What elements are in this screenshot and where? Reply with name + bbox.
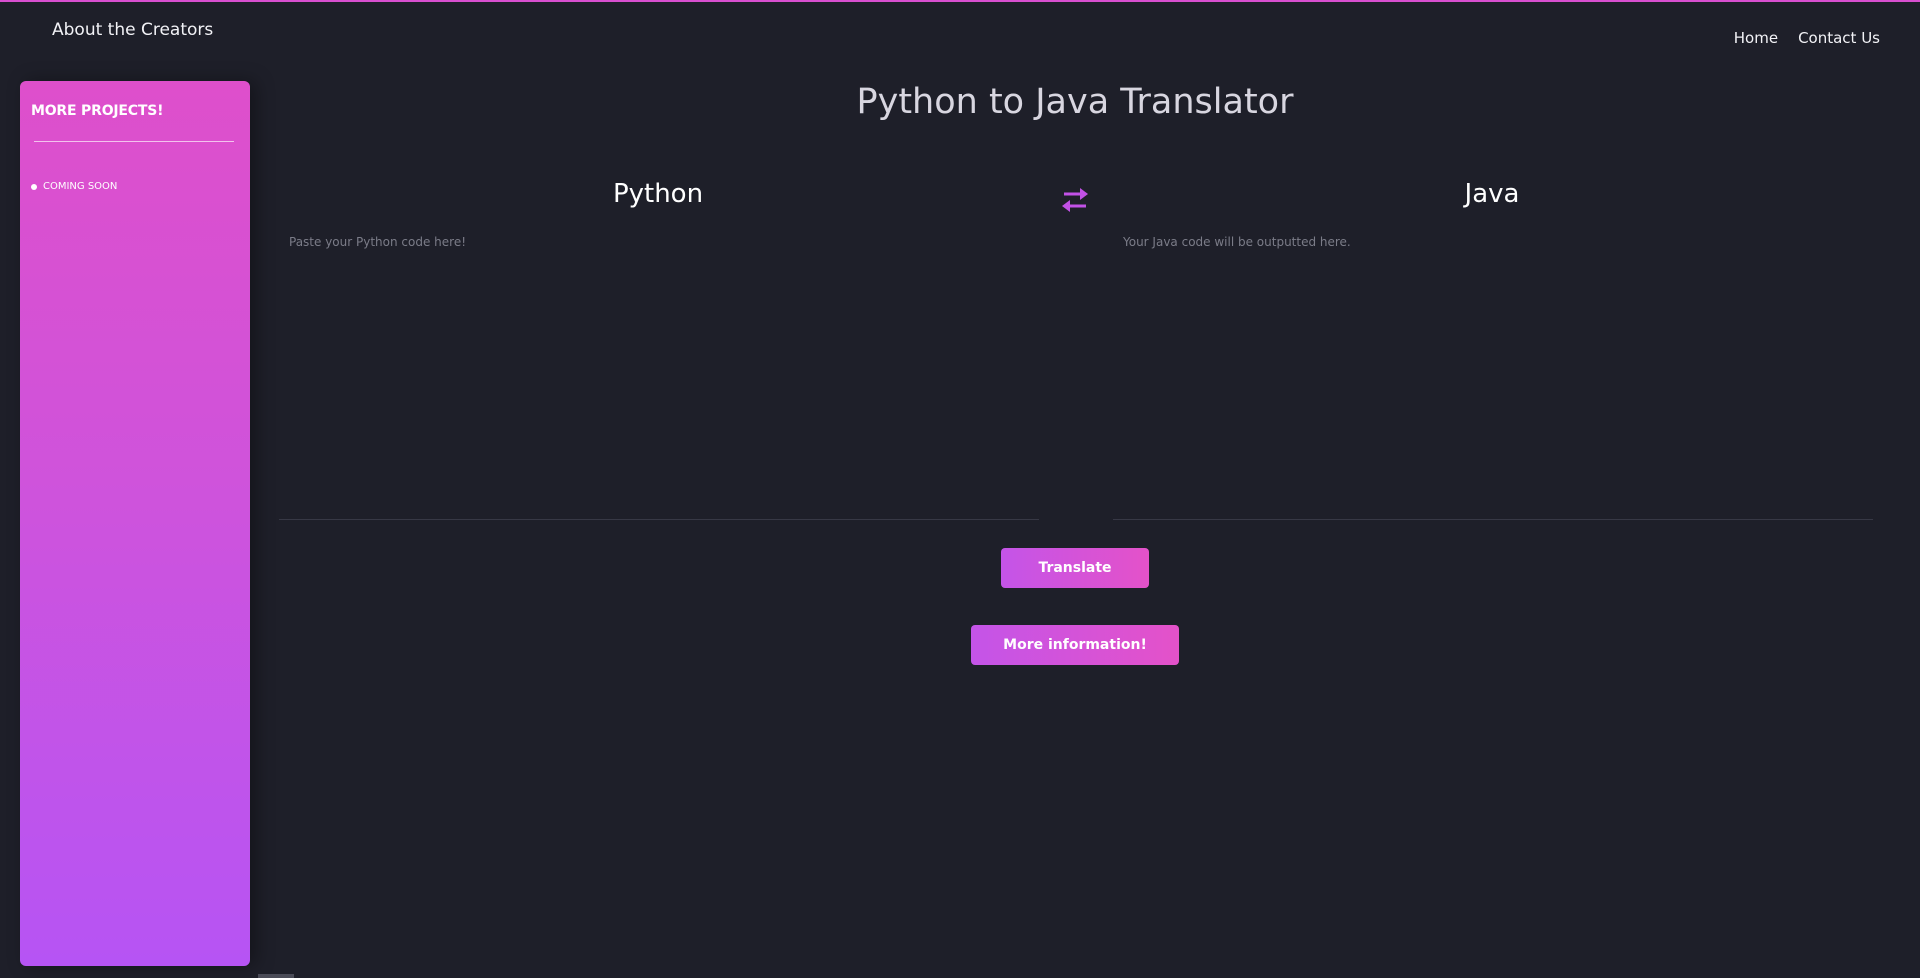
java-heading: Java — [1464, 179, 1520, 209]
translate-button[interactable]: Translate — [1001, 548, 1149, 588]
sidebar: MORE PROJECTS! COMING SOON — [20, 81, 250, 966]
horizontal-scrollbar[interactable] — [258, 974, 294, 978]
brand-title: About the Creators — [52, 20, 214, 40]
sidebar-item-coming-soon[interactable]: COMING SOON — [31, 181, 117, 192]
top-accent-line — [0, 0, 1920, 2]
sidebar-divider — [34, 141, 234, 142]
python-heading: Python — [612, 179, 704, 209]
more-information-button[interactable]: More information! — [971, 625, 1179, 665]
sidebar-item-label: COMING SOON — [43, 181, 118, 192]
page-title: Python to Java Translator — [856, 82, 1294, 122]
top-nav: Home Contact Us — [1734, 29, 1880, 47]
bullet-icon — [31, 183, 37, 190]
java-code-output[interactable] — [1113, 225, 1873, 520]
swap-arrows-icon[interactable] — [1058, 185, 1092, 215]
nav-home-link[interactable]: Home — [1734, 29, 1778, 47]
nav-contact-link[interactable]: Contact Us — [1798, 29, 1880, 47]
python-code-input[interactable] — [279, 225, 1039, 520]
